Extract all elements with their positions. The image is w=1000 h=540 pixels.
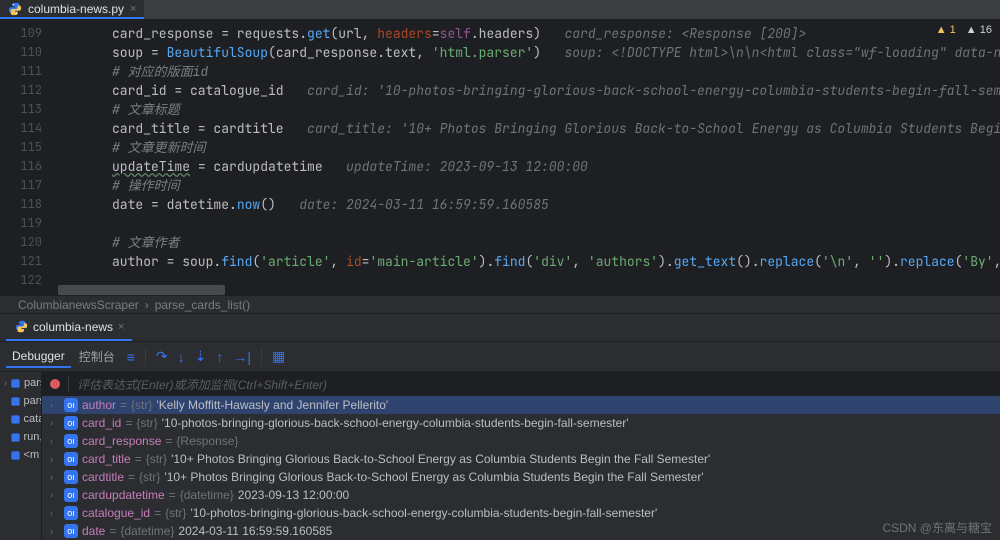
step-over-icon[interactable]: ↷ [152,346,172,367]
chevron-right-icon[interactable]: › [50,526,60,536]
weak-warning-icon[interactable]: ▲ 16 [966,24,992,36]
variable-icon: oı [64,416,78,430]
variable-type: {datetime} [120,524,174,538]
variable-row[interactable]: › oı cardtitle = {str} '10+ Photos Bringin… [42,468,1000,486]
variable-row[interactable]: › oı cardupdatetime = {datetime} 2023-09-1… [42,486,1000,504]
equals: = [154,506,161,520]
variable-name: card_response [82,434,161,448]
variable-row[interactable]: › oı card_response = {Response} [42,432,1000,450]
variable-row[interactable]: › oı author = {str} 'Kelly Moffitt-Hawasly… [42,396,1000,414]
variable-icon: oı [64,398,78,412]
editor-tab-bar: columbia-news.py × [0,0,1000,20]
equals: = [165,434,172,448]
eval-placeholder: 评估表达式(Enter)或添加监视(Ctrl+Shift+Enter) [77,376,327,393]
equals: = [125,416,132,430]
breadcrumb[interactable]: ColumbianewsScraper › parse_cards_list() [0,295,1000,313]
chevron-right-icon: › [145,298,149,312]
debug-panel: columbia-news × Debugger 控制台 ≡ ↷ ↓ ⇣ ↑ →… [0,313,1000,540]
variable-row[interactable]: › oı catalogue_id = {str} '10-photos-bring… [42,504,1000,522]
variable-value: 2023-09-13 12:00:00 [238,488,349,502]
record-icon [50,379,60,389]
chevron-right-icon[interactable]: › [50,454,60,464]
warning-icon[interactable]: ▲ 1 [936,24,956,36]
line-gutter: 109 110 111 112 113 114 115 116 117 118 … [0,20,52,295]
frames-pane[interactable]: ›pars pars cata run, <m [0,372,42,540]
debug-toolbar: Debugger 控制台 ≡ ↷ ↓ ⇣ ↑ →| ▦ [0,342,1000,372]
variable-name: cardupdatetime [82,488,165,502]
variable-icon: oı [64,506,78,520]
variable-icon: oı [64,470,78,484]
variable-icon: oı [64,452,78,466]
tab-console[interactable]: 控制台 [73,345,121,368]
variable-value: 'Kelly Moffitt-Hawasly and Jennifer Pell… [156,398,388,412]
divider [68,377,69,391]
step-out-icon[interactable]: ↑ [212,347,227,367]
variable-type: {datetime} [180,488,234,502]
threads-icon[interactable]: ≡ [123,347,139,367]
chevron-right-icon[interactable]: › [50,508,60,518]
evaluate-icon[interactable]: ▦ [268,346,289,367]
variable-name: card_title [82,452,131,466]
chevron-right-icon[interactable]: › [50,490,60,500]
variable-icon: oı [64,488,78,502]
equals: = [109,524,116,538]
variable-icon: oı [64,524,78,538]
variable-name: catalogue_id [82,506,150,520]
equals: = [169,488,176,502]
debug-tab-label: columbia-news [33,320,113,334]
variable-name: card_id [82,416,121,430]
step-into-icon[interactable]: ↓ [174,347,189,367]
variables-pane: 评估表达式(Enter)或添加监视(Ctrl+Shift+Enter) ›oıa… [42,372,1000,540]
variable-type: {Response} [176,434,238,448]
watermark: CSDN @东离与糖宝 [882,519,992,536]
frame-item[interactable]: ›pars [0,374,41,392]
file-tab-label: columbia-news.py [28,2,124,16]
variable-value: '10+ Photos Bringing Glorious Back-to-Sc… [164,470,703,484]
variable-name: date [82,524,105,538]
frame-item[interactable]: run, [0,428,41,446]
variable-value: '10-photos-bringing-glorious-back-school… [162,416,629,430]
debug-run-tab[interactable]: columbia-news × [6,314,132,341]
variable-type: {str} [139,470,160,484]
code-editor[interactable]: 109 110 111 112 113 114 115 116 117 118 … [0,20,1000,295]
step-into-my-icon[interactable]: ⇣ [191,346,211,367]
chevron-right-icon[interactable]: › [50,418,60,428]
inspection-badges[interactable]: ▲ 1 ▲ 16 [936,24,992,36]
variable-row[interactable]: › oı card_id = {str} '10-photos-bringing-g… [42,414,1000,432]
code-content[interactable]: card_response = requests.get(url, header… [52,20,1000,295]
equals: = [128,470,135,484]
frame-item[interactable]: pars [0,392,41,410]
variable-row[interactable]: › oı card_title = {str} '10+ Photos Bringi… [42,450,1000,468]
equals: = [120,398,127,412]
variable-type: {str} [146,452,167,466]
evaluate-input[interactable]: 评估表达式(Enter)或添加监视(Ctrl+Shift+Enter) [42,372,1000,396]
frame-item[interactable]: <m [0,446,41,464]
variable-type: {str} [136,416,157,430]
frame-item[interactable]: cata [0,410,41,428]
variable-type: {str} [165,506,186,520]
python-icon [14,320,28,334]
python-icon [8,2,22,16]
close-icon[interactable]: × [118,321,124,333]
horizontal-scrollbar[interactable] [58,285,988,295]
breadcrumb-class[interactable]: ColumbianewsScraper [18,298,139,312]
variable-value: 2024-03-11 16:59:59.160585 [178,524,332,538]
variable-name: cardtitle [82,470,124,484]
variable-value: '10+ Photos Bringing Glorious Back-to-Sc… [171,452,710,466]
chevron-right-icon[interactable]: › [50,400,60,410]
close-icon[interactable]: × [130,3,136,15]
file-tab[interactable]: columbia-news.py × [0,0,144,19]
run-to-cursor-icon[interactable]: →| [229,347,255,367]
variable-type: {str} [131,398,152,412]
chevron-right-icon[interactable]: › [50,472,60,482]
equals: = [135,452,142,466]
debug-tab-bar: columbia-news × [0,314,1000,342]
variable-row[interactable]: › oıdate = {datetime} 2024-03-11 16:59:59… [42,522,1000,540]
variable-icon: oı [64,434,78,448]
variable-value: '10-photos-bringing-glorious-back-school… [190,506,657,520]
tab-debugger[interactable]: Debugger [6,346,71,368]
breadcrumb-method[interactable]: parse_cards_list() [155,298,250,312]
chevron-right-icon[interactable]: › [50,436,60,446]
variable-name: author [82,398,116,412]
